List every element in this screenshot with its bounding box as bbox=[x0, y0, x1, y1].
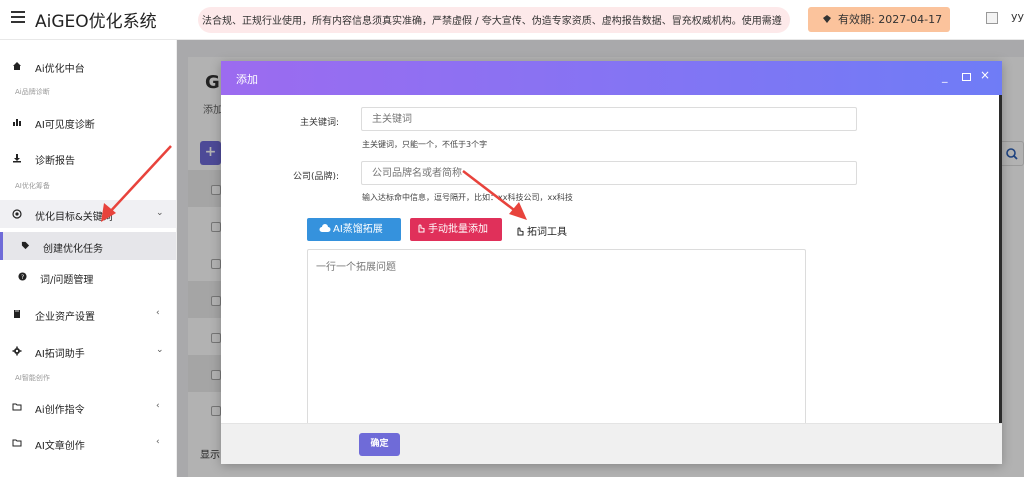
target-icon bbox=[12, 209, 22, 219]
sidebar-item-ai-hub[interactable]: Ai优化中台 bbox=[0, 52, 176, 80]
menu-icon[interactable] bbox=[11, 11, 25, 25]
chevron-left-icon: ‹ bbox=[156, 401, 160, 411]
dialog-body: 主关键词: 主关键词，只能一个，不低于3个字 公司(品牌): 输入达标命中信息，… bbox=[221, 95, 999, 423]
sidebar-item-label: AI文章创作 bbox=[35, 441, 85, 452]
svg-text:?: ? bbox=[21, 274, 24, 281]
sidebar-item-report[interactable]: 诊断报告 bbox=[0, 144, 176, 172]
sidebar-item-visibility[interactable]: AI可见度诊断 bbox=[0, 108, 176, 136]
sidebar-item-label: Ai创作指令 bbox=[35, 405, 85, 416]
sidebar-item-label: 词/问题管理 bbox=[40, 275, 94, 286]
company-input[interactable] bbox=[361, 161, 857, 185]
bar-chart-icon bbox=[13, 119, 21, 126]
main-keyword-hint: 主关键词，只能一个，不低于3个字 bbox=[362, 140, 488, 149]
sidebar-item-word-assistant[interactable]: AI拓词助手 ⌄ bbox=[0, 337, 176, 365]
sidebar-item-label: AI拓词助手 bbox=[35, 349, 85, 360]
chevron-down-icon: ⌄ bbox=[156, 208, 164, 218]
dialog-header[interactable]: 添加 _ × bbox=[221, 61, 1002, 95]
sidebar-item-targets[interactable]: 优化目标&关键词 ⌄ bbox=[0, 200, 176, 228]
notice-text: 法合规、正规行业使用，所有内容信息须真实准确，严禁虚假 / 夸大宣传、伪造专家资… bbox=[202, 16, 782, 27]
sidebar: Ai优化中台 Ai品牌诊断 AI可见度诊断 诊断报告 AI优化筹备 优化目标&关… bbox=[0, 40, 177, 477]
sidebar-item-label: Ai优化中台 bbox=[35, 64, 85, 75]
download-icon bbox=[13, 154, 21, 163]
confirm-button[interactable]: 确定 bbox=[359, 433, 400, 456]
app-title: AiGEO优化系统 bbox=[35, 12, 157, 32]
hand-pointer-icon bbox=[418, 224, 425, 233]
sidebar-section-title: AI智能创作 bbox=[15, 374, 50, 382]
user-name[interactable]: yy bbox=[1011, 10, 1024, 23]
main-keyword-label: 主关键词: bbox=[299, 118, 339, 128]
sidebar-item-create-task[interactable]: 创建优化任务 bbox=[0, 232, 176, 260]
sidebar-section-title: AI优化筹备 bbox=[15, 182, 50, 190]
close-icon[interactable]: × bbox=[980, 68, 990, 82]
maximize-icon[interactable] bbox=[962, 73, 971, 81]
sidebar-item-label: 企业资产设置 bbox=[35, 312, 95, 323]
home-icon bbox=[13, 62, 21, 70]
word-tool-link[interactable]: 拓词工具 bbox=[515, 223, 567, 238]
ai-expand-button[interactable]: AI蒸馏拓展 bbox=[307, 218, 401, 241]
tag-icon bbox=[21, 241, 30, 250]
minimize-icon[interactable]: _ bbox=[942, 70, 948, 83]
dialog-title: 添加 bbox=[236, 73, 258, 86]
notice-banner: 法合规、正规行业使用，所有内容信息须真实准确，严禁虚假 / 夸大宣传、伪造专家资… bbox=[198, 7, 790, 33]
scrollbar[interactable] bbox=[999, 95, 1002, 423]
expand-questions-textarea[interactable] bbox=[307, 249, 806, 423]
sidebar-section-title: Ai品牌诊断 bbox=[15, 88, 50, 96]
book-icon bbox=[14, 310, 20, 318]
gear-icon bbox=[12, 346, 22, 356]
hand-pointer-icon bbox=[517, 227, 524, 236]
cloud-icon bbox=[319, 224, 331, 232]
chevron-down-icon: ⌄ bbox=[156, 345, 164, 355]
diamond-icon bbox=[823, 15, 831, 23]
sidebar-item-label: 创建优化任务 bbox=[43, 244, 103, 255]
sidebar-item-article[interactable]: AI文章创作 ‹ bbox=[0, 429, 176, 457]
folder-icon bbox=[12, 403, 22, 411]
validity-badge: 有效期: 2027-04-17 bbox=[808, 7, 950, 32]
dialog-footer: 确定 bbox=[221, 423, 1002, 464]
manual-add-button[interactable]: 手动批量添加 bbox=[410, 218, 502, 241]
chevron-left-icon: ‹ bbox=[156, 308, 160, 318]
question-icon: ? bbox=[18, 272, 27, 281]
sidebar-item-label: 优化目标&关键词 bbox=[35, 212, 113, 223]
company-label: 公司(品牌): bbox=[292, 172, 339, 182]
company-hint: 输入达标命中信息，逗号隔开，比如：xx科技公司，xx科技 bbox=[362, 193, 573, 202]
manual-add-label: 手动批量添加 bbox=[428, 224, 488, 235]
main-keyword-input[interactable] bbox=[361, 107, 857, 131]
top-bar: AiGEO优化系统 法合规、正规行业使用，所有内容信息须真实准确，严禁虚假 / … bbox=[0, 0, 1024, 40]
sidebar-item-word-manage[interactable]: ? 词/问题管理 bbox=[0, 263, 176, 291]
validity-text: 有效期: 2027-04-17 bbox=[838, 13, 943, 26]
avatar[interactable] bbox=[986, 12, 998, 24]
add-dialog: 添加 _ × 主关键词: 主关键词，只能一个，不低于3个字 公司(品牌): 输入… bbox=[221, 61, 1002, 464]
sidebar-item-label: AI可见度诊断 bbox=[35, 120, 95, 131]
chevron-left-icon: ‹ bbox=[156, 437, 160, 447]
sidebar-item-instructions[interactable]: Ai创作指令 ‹ bbox=[0, 393, 176, 421]
ai-expand-label: AI蒸馏拓展 bbox=[333, 224, 383, 235]
word-tool-label: 拓词工具 bbox=[527, 227, 567, 238]
sidebar-item-assets[interactable]: 企业资产设置 ‹ bbox=[0, 300, 176, 328]
folder-icon bbox=[12, 439, 22, 447]
sidebar-item-label: 诊断报告 bbox=[35, 156, 75, 167]
